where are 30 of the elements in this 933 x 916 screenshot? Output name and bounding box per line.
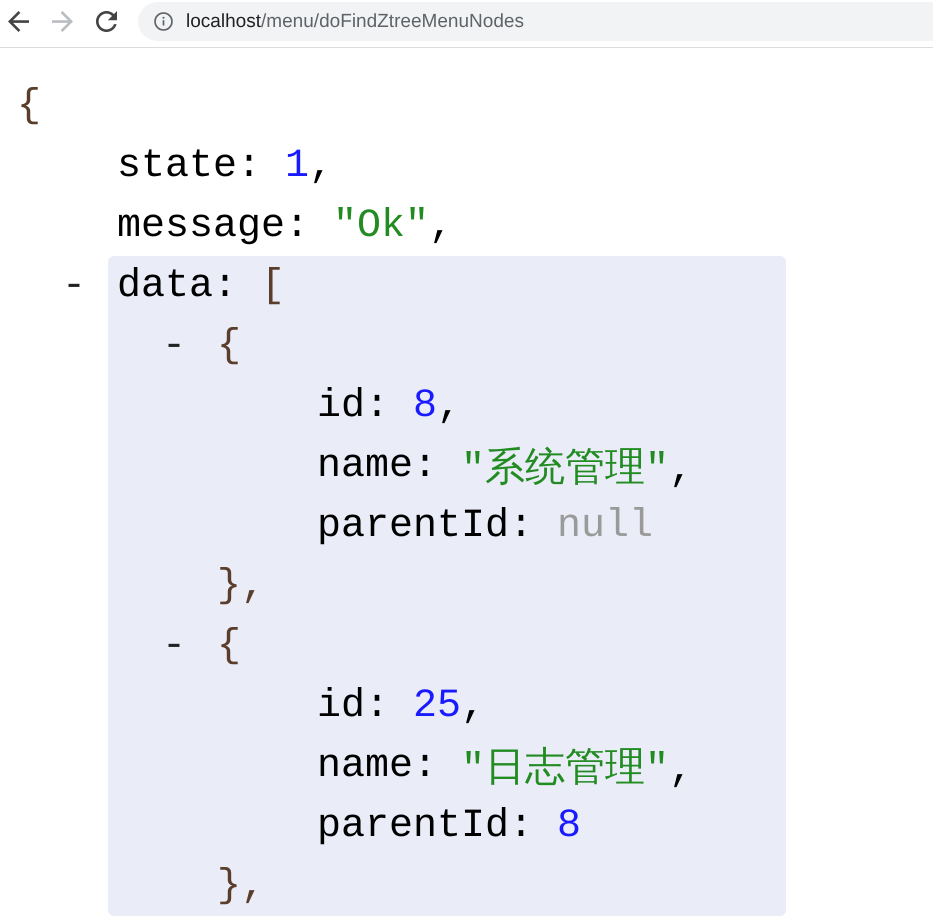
collapse-toggle[interactable]: - [162,624,186,668]
json-key: name: [317,444,438,488]
json-value: "系统管理", [461,446,694,494]
open-brace: { [17,84,42,128]
json-value: 8, [413,384,462,428]
json-value: 1, [285,144,334,188]
collapse-toggle[interactable]: - [162,324,186,368]
json-value: 8 [557,804,582,848]
json-key: data: [117,264,238,308]
json-key: id: [317,684,390,728]
json-value: 25, [413,684,486,728]
json-key: id: [317,384,390,428]
close-brace: }, [217,864,266,908]
json-value: "日志管理", [461,746,694,794]
open-bracket: [ [261,264,286,308]
info-icon[interactable] [154,12,173,31]
json-key: message: [117,204,310,248]
arrow-left-icon[interactable] [8,11,29,32]
close-brace: }, [217,564,266,608]
json-value: null [557,504,654,548]
json-key: state: [117,144,262,188]
open-brace: { [217,324,242,368]
open-brace: { [217,624,242,668]
reload-icon[interactable] [96,11,117,32]
collapse-toggle[interactable]: - [62,264,86,308]
json-key: parentId: [317,804,534,848]
json-value: "Ok", [333,204,454,248]
address-bar[interactable]: localhost/menu/doFindZtreeMenuNodes [138,2,933,41]
json-key: name: [317,744,438,788]
json-key: parentId: [317,504,534,548]
